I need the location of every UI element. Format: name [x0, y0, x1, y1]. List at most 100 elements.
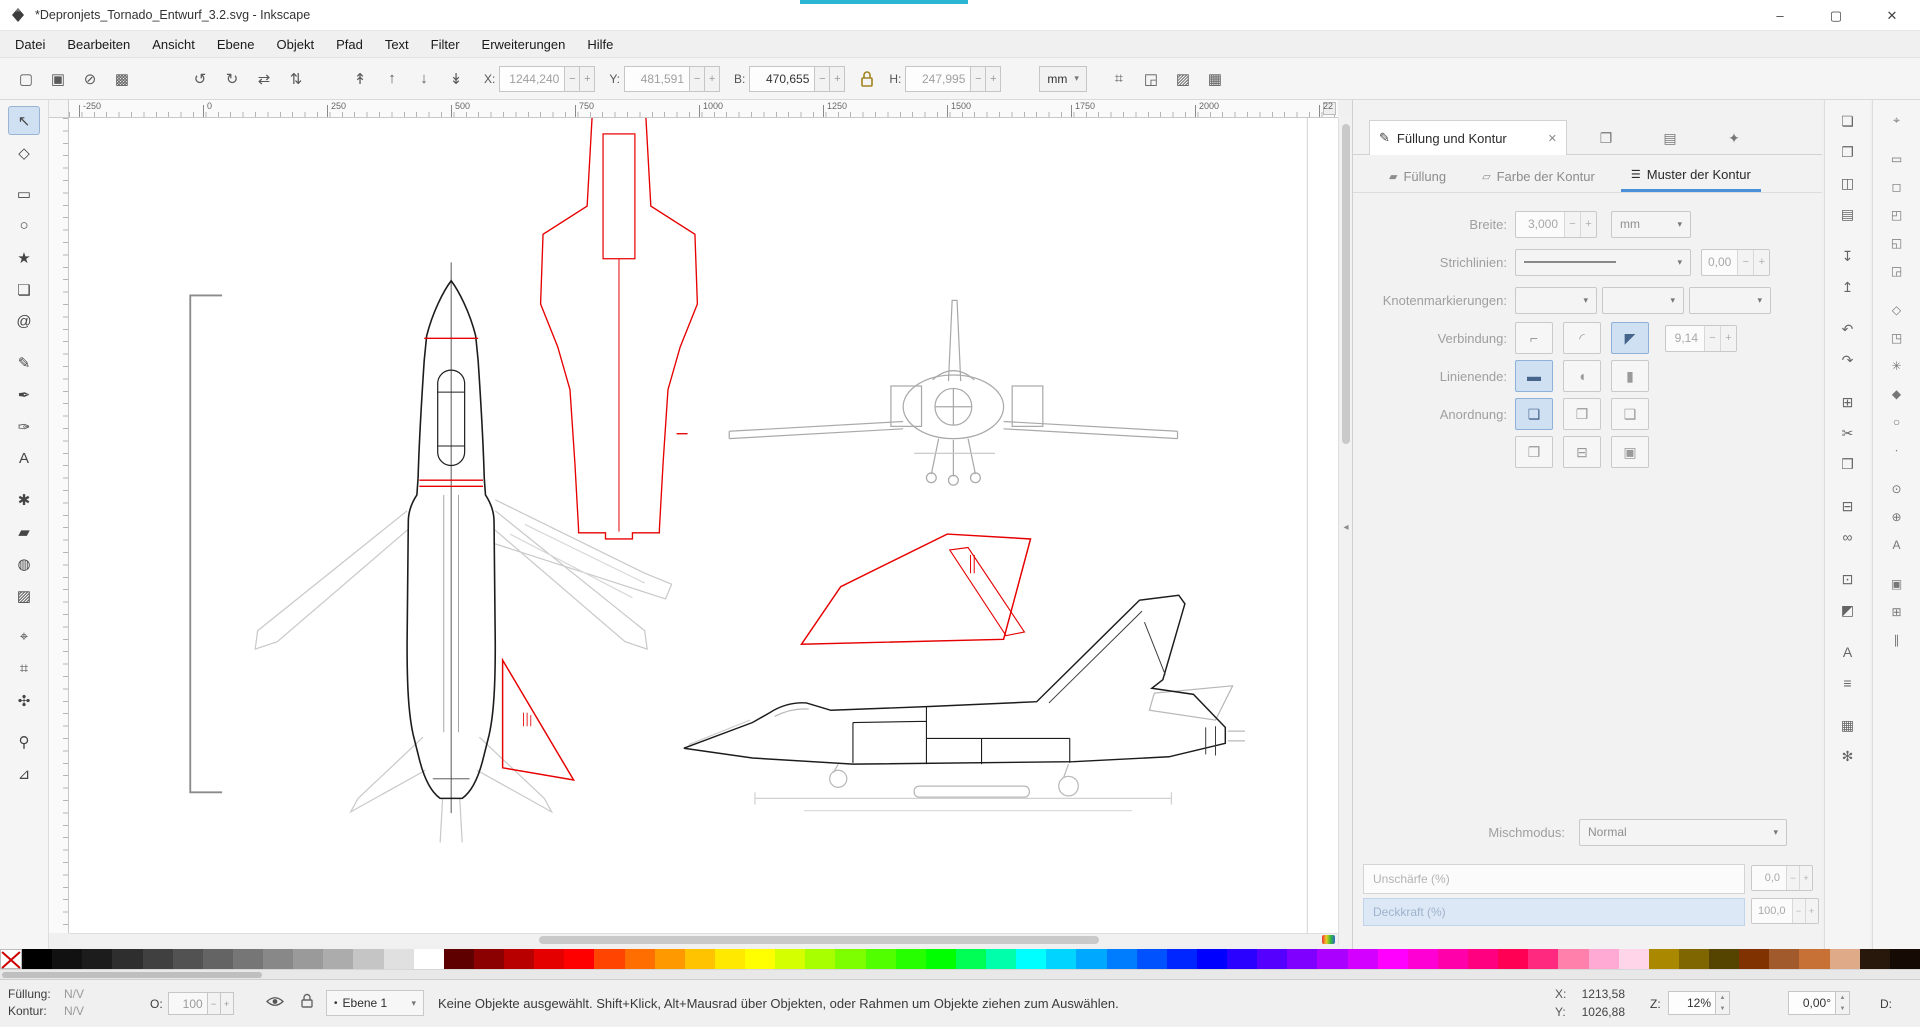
- lock-ratio-icon[interactable]: [859, 70, 875, 88]
- blend-mode-dropdown[interactable]: Normal ▾: [1579, 819, 1787, 846]
- palette-swatch[interactable]: [805, 949, 835, 969]
- cut-icon[interactable]: ✂: [1833, 420, 1863, 446]
- palette-swatch[interactable]: [896, 949, 926, 969]
- snap-bbox-centers-icon[interactable]: ◲: [1882, 259, 1912, 283]
- copy-icon[interactable]: ⊞: [1833, 389, 1863, 415]
- palette-swatch[interactable]: [82, 949, 112, 969]
- ruler-corner[interactable]: [49, 100, 69, 118]
- menu-pfad[interactable]: Pfad: [325, 31, 374, 57]
- palette-swatch[interactable]: [594, 949, 624, 969]
- swatches-dialog-tab[interactable]: ❐: [1591, 124, 1621, 152]
- snap-paths-icon[interactable]: ◳: [1882, 326, 1912, 350]
- palette-scrollbar[interactable]: [0, 969, 1920, 979]
- palette-swatch[interactable]: [1619, 949, 1649, 969]
- rectangle-tool[interactable]: ▭: [8, 179, 40, 208]
- palette-swatch[interactable]: [1468, 949, 1498, 969]
- hscroll-thumb[interactable]: [539, 936, 1099, 944]
- tab-stroke-color[interactable]: ▱ Farbe der Kontur: [1472, 160, 1605, 192]
- open-document-icon[interactable]: ❐: [1833, 139, 1863, 165]
- snap-page-border-icon[interactable]: ▣: [1882, 572, 1912, 596]
- cap-square[interactable]: ▮: [1611, 360, 1649, 392]
- document-properties-icon[interactable]: ▦: [1833, 712, 1863, 738]
- snap-path-intersections-icon[interactable]: ✳: [1882, 354, 1912, 378]
- transform-stroke-toggle-icon[interactable]: ⌗: [1105, 65, 1133, 93]
- menu-ebene[interactable]: Ebene: [206, 31, 266, 57]
- flip-horizontal-icon[interactable]: ⇄: [250, 65, 278, 93]
- topview-outline[interactable]: [407, 262, 495, 813]
- marker-end-dropdown[interactable]: ▾: [1689, 287, 1771, 314]
- palette-swatch[interactable]: [353, 949, 383, 969]
- vertical-ruler[interactable]: [49, 118, 69, 933]
- star-tool[interactable]: ★: [8, 243, 40, 272]
- snap-bbox-icon[interactable]: ▭: [1882, 147, 1912, 171]
- rotation-decrement[interactable]: ▼: [1836, 1003, 1849, 1014]
- palette-swatch[interactable]: [1649, 949, 1679, 969]
- x-decrement[interactable]: −: [565, 66, 580, 92]
- raise-icon[interactable]: ↑: [378, 65, 406, 93]
- miter-decrement[interactable]: −: [1704, 326, 1720, 351]
- panel-close-icon[interactable]: ✕: [1548, 132, 1557, 145]
- dock-resize-grip[interactable]: ◂: [1340, 516, 1352, 538]
- color-management-toggle[interactable]: [1322, 935, 1335, 944]
- export-image-icon[interactable]: ↥: [1833, 274, 1863, 300]
- dropper-tool[interactable]: ⌖: [8, 622, 40, 651]
- opacity-slider[interactable]: Deckkraft (%): [1363, 898, 1745, 926]
- opacity-decrement[interactable]: −: [208, 992, 221, 1015]
- calligraphy-tool[interactable]: ✑: [8, 412, 40, 441]
- tweak-tool[interactable]: ✣: [8, 686, 40, 715]
- lower-icon[interactable]: ↓: [410, 65, 438, 93]
- miter-limit-input[interactable]: 9,14 − +: [1665, 325, 1737, 352]
- height-increment[interactable]: +: [986, 66, 1001, 92]
- order-markers-stroke-fill[interactable]: ▣: [1611, 436, 1649, 468]
- palette-swatch[interactable]: [1257, 949, 1287, 969]
- height-decrement[interactable]: −: [971, 66, 986, 92]
- palette-swatch[interactable]: [504, 949, 534, 969]
- flip-vertical-icon[interactable]: ⇅: [282, 65, 310, 93]
- menu-datei[interactable]: Datei: [4, 31, 56, 57]
- spiral-tool[interactable]: @: [8, 307, 40, 336]
- transform-gradient-toggle-icon[interactable]: ▨: [1169, 65, 1197, 93]
- palette-swatch[interactable]: [323, 949, 353, 969]
- dash-offset-input[interactable]: 0,00 − +: [1701, 249, 1770, 276]
- palette-swatch[interactable]: [1769, 949, 1799, 969]
- menu-filter[interactable]: Filter: [420, 31, 471, 57]
- canvas[interactable]: [69, 118, 1338, 933]
- palette-swatch[interactable]: [52, 949, 82, 969]
- palette-swatch[interactable]: [112, 949, 142, 969]
- opacity-input[interactable]: [168, 992, 208, 1015]
- zoom-input[interactable]: [1668, 991, 1716, 1015]
- left-bracket[interactable]: [190, 295, 222, 792]
- palette-swatch[interactable]: [625, 949, 655, 969]
- side-view-outline[interactable]: [684, 595, 1225, 764]
- palette-swatch[interactable]: [474, 949, 504, 969]
- palette-swatch[interactable]: [926, 949, 956, 969]
- palette-swatch[interactable]: [1860, 949, 1890, 969]
- menu-objekt[interactable]: Objekt: [265, 31, 325, 57]
- stroke-width-input[interactable]: 3,000 − +: [1515, 211, 1597, 238]
- palette-swatch[interactable]: [835, 949, 865, 969]
- transform-pattern-toggle-icon[interactable]: ▦: [1201, 65, 1229, 93]
- text-tool[interactable]: A: [8, 444, 40, 473]
- palette-swatch[interactable]: [1317, 949, 1347, 969]
- layer-visibility-icon[interactable]: [266, 995, 284, 1008]
- palette-swatch[interactable]: [1890, 949, 1920, 969]
- marker-mid-dropdown[interactable]: ▾: [1602, 287, 1684, 314]
- minimize-button[interactable]: –: [1752, 0, 1808, 31]
- print-document-icon[interactable]: ▤: [1833, 201, 1863, 227]
- close-button[interactable]: ✕: [1864, 0, 1920, 31]
- deselect-icon[interactable]: ⊘: [76, 65, 104, 93]
- palette-swatch[interactable]: [1076, 949, 1106, 969]
- raise-to-top-icon[interactable]: ↟: [346, 65, 374, 93]
- palette-swatch[interactable]: [1348, 949, 1378, 969]
- new-document-icon[interactable]: ❏: [1833, 108, 1863, 134]
- stroke-width-unit-dropdown[interactable]: mm ▾: [1611, 211, 1691, 238]
- palette-swatch[interactable]: [1438, 949, 1468, 969]
- palette-swatch[interactable]: [1107, 949, 1137, 969]
- layer-dropdown[interactable]: • Ebene 1 ▾: [326, 990, 424, 1016]
- red-template-paths[interactable]: [419, 118, 1030, 780]
- maximize-button[interactable]: ▢: [1808, 0, 1864, 31]
- node-tool[interactable]: ◇: [8, 138, 40, 167]
- import-image-icon[interactable]: ↧: [1833, 243, 1863, 269]
- preferences-icon[interactable]: ✻: [1833, 743, 1863, 769]
- snap-object-centers-icon[interactable]: ⊙: [1882, 477, 1912, 501]
